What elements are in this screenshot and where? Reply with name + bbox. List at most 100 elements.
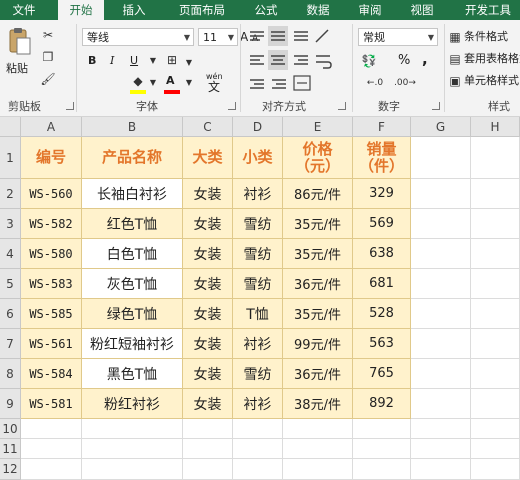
empty-cell[interactable] (283, 439, 353, 459)
empty-cell[interactable] (471, 269, 520, 299)
border-icon[interactable]: ⊞ (164, 53, 180, 67)
currency-icon[interactable]: 💱 (360, 54, 378, 68)
cell-styles-icon[interactable]: ▣ (448, 74, 462, 88)
table-cell[interactable]: 女装 (183, 389, 233, 419)
empty-cell[interactable] (353, 459, 411, 480)
bold-button[interactable]: B (88, 54, 96, 68)
chevron-down-icon[interactable]: ▼ (184, 76, 194, 90)
increase-decimal-icon[interactable]: ←.0 (362, 76, 388, 90)
number-format-select[interactable]: 常规 ▼ (358, 28, 438, 46)
tab-review[interactable]: 审阅 (350, 0, 390, 20)
row-header-3[interactable]: 3 (0, 209, 21, 239)
font-color-button[interactable]: A (166, 74, 175, 88)
table-cell[interactable]: T恤 (233, 299, 283, 329)
empty-cell[interactable] (471, 137, 520, 179)
table-cell[interactable]: 38元/件 (283, 389, 353, 419)
empty-cell[interactable] (21, 419, 82, 439)
column-header-c[interactable]: C (183, 117, 233, 137)
table-cell[interactable]: 638 (353, 239, 411, 269)
empty-cell[interactable] (471, 179, 520, 209)
percent-button[interactable]: % (398, 54, 410, 68)
table-cell[interactable]: 36元/件 (283, 269, 353, 299)
table-cell[interactable]: WS-560 (21, 179, 82, 209)
empty-cell[interactable] (21, 459, 82, 480)
decrease-indent-icon[interactable] (250, 79, 264, 89)
table-cell[interactable]: 衬衫 (233, 329, 283, 359)
table-cell[interactable]: 衬衫 (233, 389, 283, 419)
table-cell[interactable]: 86元/件 (283, 179, 353, 209)
format-table-icon[interactable]: ▤ (448, 52, 462, 66)
table-cell[interactable]: 女装 (183, 299, 233, 329)
table-cell[interactable]: 765 (353, 359, 411, 389)
row-header-1[interactable]: 1 (0, 137, 21, 179)
table-cell[interactable]: 雪纺 (233, 209, 283, 239)
column-header-a[interactable]: A (21, 117, 82, 137)
chevron-down-icon[interactable]: ▼ (148, 76, 158, 90)
empty-cell[interactable] (411, 209, 471, 239)
table-cell[interactable]: 黑色T恤 (82, 359, 183, 389)
empty-cell[interactable] (411, 329, 471, 359)
paste-label[interactable]: 粘贴 (6, 62, 28, 76)
phonetic-icon[interactable]: 文 (208, 80, 220, 94)
decrease-decimal-icon[interactable]: .00→ (392, 76, 418, 90)
table-cell[interactable]: WS-582 (21, 209, 82, 239)
tab-page-layout[interactable]: 页面布局 (166, 0, 238, 20)
empty-cell[interactable] (353, 419, 411, 439)
table-cell[interactable]: 99元/件 (283, 329, 353, 359)
table-cell[interactable]: 女装 (183, 179, 233, 209)
tab-developer[interactable]: 开发工具 (456, 0, 520, 20)
table-cell[interactable]: 35元/件 (283, 239, 353, 269)
empty-cell[interactable] (411, 179, 471, 209)
table-header-cell[interactable]: 小类 (233, 137, 283, 179)
cut-icon[interactable]: ✂ (40, 28, 56, 42)
table-cell[interactable]: 女装 (183, 239, 233, 269)
column-header-d[interactable]: D (233, 117, 283, 137)
format-table-button[interactable]: 套用表格格式 (464, 52, 520, 66)
row-header-12[interactable]: 12 (0, 459, 21, 480)
empty-cell[interactable] (471, 329, 520, 359)
empty-cell[interactable] (353, 439, 411, 459)
table-cell[interactable]: 白色T恤 (82, 239, 183, 269)
table-cell[interactable]: 粉红衬衫 (82, 389, 183, 419)
table-header-cell[interactable]: 产品名称 (82, 137, 183, 179)
tab-view[interactable]: 视图 (402, 0, 442, 20)
fill-color-icon[interactable]: ◆ (130, 74, 146, 88)
table-header-cell[interactable]: 销量 （件） (353, 137, 411, 179)
empty-cell[interactable] (411, 419, 471, 439)
tab-formulas[interactable]: 公式 (246, 0, 286, 20)
table-header-cell[interactable]: 大类 (183, 137, 233, 179)
tab-file[interactable]: 文件 (4, 0, 44, 20)
row-header-2[interactable]: 2 (0, 179, 21, 209)
row-header-7[interactable]: 7 (0, 329, 21, 359)
table-cell[interactable]: 528 (353, 299, 411, 329)
empty-cell[interactable] (183, 439, 233, 459)
table-cell[interactable]: 绿色T恤 (82, 299, 183, 329)
align-bottom-icon[interactable] (294, 31, 308, 41)
table-cell[interactable]: 569 (353, 209, 411, 239)
alignment-launcher-icon[interactable] (338, 102, 346, 110)
empty-cell[interactable] (411, 299, 471, 329)
table-cell[interactable]: 女装 (183, 209, 233, 239)
format-painter-icon[interactable]: 🖌 (40, 72, 56, 86)
row-header-6[interactable]: 6 (0, 299, 21, 329)
increase-indent-icon[interactable] (272, 79, 286, 89)
empty-cell[interactable] (411, 137, 471, 179)
table-cell[interactable]: 36元/件 (283, 359, 353, 389)
table-cell[interactable]: WS-584 (21, 359, 82, 389)
table-cell[interactable]: 35元/件 (283, 209, 353, 239)
empty-cell[interactable] (471, 209, 520, 239)
empty-cell[interactable] (82, 439, 183, 459)
conditional-format-button[interactable]: 条件格式 (464, 30, 508, 44)
number-launcher-icon[interactable] (432, 102, 440, 110)
table-cell[interactable]: 粉红短袖衬衫 (82, 329, 183, 359)
tab-data[interactable]: 数据 (298, 0, 338, 20)
merge-cells-icon[interactable] (293, 75, 311, 91)
conditional-format-icon[interactable]: ▦ (448, 30, 462, 44)
empty-cell[interactable] (21, 439, 82, 459)
table-cell[interactable]: WS-581 (21, 389, 82, 419)
empty-cell[interactable] (233, 459, 283, 480)
empty-cell[interactable] (411, 389, 471, 419)
cell-styles-button[interactable]: 单元格样式 (464, 74, 520, 88)
tab-insert[interactable]: 插入 (114, 0, 154, 20)
chevron-down-icon[interactable]: ▼ (184, 56, 194, 70)
